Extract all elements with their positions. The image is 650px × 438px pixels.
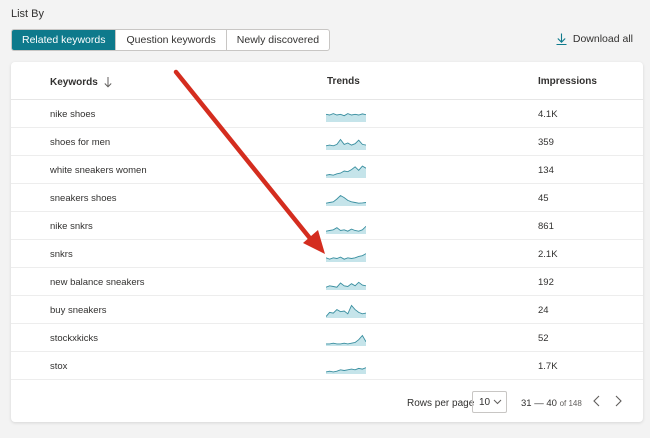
- keyword-cell: nike shoes: [50, 109, 95, 120]
- table-row[interactable]: stox 1.7K: [11, 352, 643, 380]
- keyword-cell: sneakers shoes: [50, 193, 117, 204]
- download-all-button[interactable]: Download all: [556, 33, 633, 45]
- impressions-cell: 2.1K: [538, 249, 558, 260]
- impressions-cell: 359: [538, 137, 554, 148]
- tab-related-keywords[interactable]: Related keywords: [12, 30, 115, 50]
- table-row[interactable]: stockxkicks 52: [11, 324, 643, 352]
- trend-sparkline: [326, 134, 366, 150]
- trend-sparkline: [326, 358, 366, 374]
- tab-newly-discovered[interactable]: Newly discovered: [226, 30, 329, 50]
- pagination-range: 31 — 40 of 148: [521, 398, 582, 409]
- column-header-keywords[interactable]: Keywords: [50, 76, 113, 88]
- trend-sparkline: [326, 218, 366, 234]
- keyword-cell: white sneakers women: [50, 165, 147, 176]
- trend-area: [326, 254, 366, 262]
- trend-sparkline: [326, 246, 366, 262]
- table-footer: Rows per page 10 31 — 40 of 148: [11, 384, 643, 422]
- next-page-button[interactable]: [613, 395, 623, 407]
- impressions-cell: 192: [538, 277, 554, 288]
- tab-question-keywords[interactable]: Question keywords: [115, 30, 225, 50]
- table-row[interactable]: new balance sneakers 192: [11, 268, 643, 296]
- impressions-cell: 52: [538, 333, 549, 344]
- table-row[interactable]: nike snkrs 861: [11, 212, 643, 240]
- rows-per-page-select[interactable]: 10: [472, 391, 507, 413]
- list-by-label: List By: [11, 8, 44, 20]
- keyword-cell: snkrs: [50, 249, 73, 260]
- column-header-keywords-label: Keywords: [50, 77, 98, 88]
- impressions-cell: 134: [538, 165, 554, 176]
- table-row[interactable]: sneakers shoes 45: [11, 184, 643, 212]
- trend-sparkline: [326, 190, 366, 206]
- trend-area: [326, 166, 366, 178]
- keyword-cell: stox: [50, 361, 67, 372]
- pagination-total: of 148: [560, 399, 582, 408]
- previous-page-button[interactable]: [592, 395, 602, 407]
- rows-per-page-value: 10: [479, 397, 490, 408]
- table-row[interactable]: buy sneakers 24: [11, 296, 643, 324]
- chevron-down-icon: [493, 399, 502, 405]
- trend-sparkline: [326, 274, 366, 290]
- keyword-cell: new balance sneakers: [50, 277, 145, 288]
- trend-sparkline: [326, 162, 366, 178]
- keyword-cell: nike snkrs: [50, 221, 93, 232]
- pagination-range-text: 31 — 40: [521, 398, 557, 409]
- trend-area: [326, 305, 366, 318]
- impressions-cell: 1.7K: [538, 361, 558, 372]
- download-icon: [556, 33, 567, 45]
- trend-sparkline: [326, 302, 366, 318]
- table-row[interactable]: white sneakers women 134: [11, 156, 643, 184]
- column-header-trends: Trends: [327, 76, 360, 87]
- impressions-cell: 861: [538, 221, 554, 232]
- table-row[interactable]: nike shoes 4.1K: [11, 100, 643, 128]
- keywords-table-card: Keywords Trends Impressions nike shoes 4.…: [11, 62, 643, 422]
- list-by-segmented-control: Related keywords Question keywords Newly…: [11, 29, 330, 51]
- impressions-cell: 45: [538, 193, 549, 204]
- trend-sparkline: [326, 106, 366, 122]
- keyword-cell: buy sneakers: [50, 305, 107, 316]
- impressions-cell: 4.1K: [538, 109, 558, 120]
- keyword-cell: shoes for men: [50, 137, 110, 148]
- trend-sparkline: [326, 330, 366, 346]
- trend-area: [326, 196, 366, 207]
- trend-line: [326, 226, 366, 231]
- sort-descending-icon: [103, 76, 113, 88]
- download-all-label: Download all: [573, 33, 633, 45]
- rows-per-page-label: Rows per page: [407, 398, 474, 409]
- column-header-impressions[interactable]: Impressions: [538, 76, 597, 87]
- table-header: Keywords Trends Impressions: [11, 62, 643, 100]
- trend-area: [326, 336, 366, 347]
- impressions-cell: 24: [538, 305, 549, 316]
- table-row[interactable]: shoes for men 359: [11, 128, 643, 156]
- table-row[interactable]: snkrs 2.1K: [11, 240, 643, 268]
- keyword-cell: stockxkicks: [50, 333, 98, 344]
